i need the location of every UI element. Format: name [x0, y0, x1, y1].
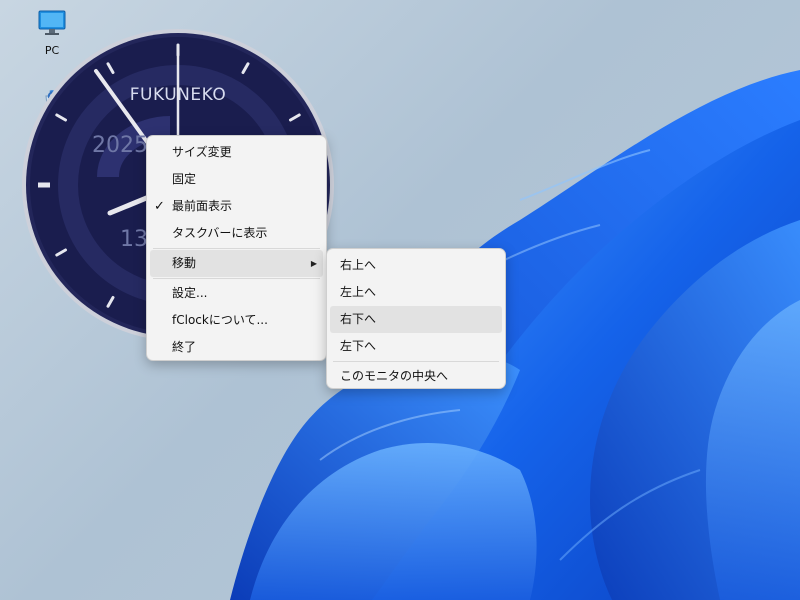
- clock-time: 13: [120, 227, 148, 252]
- menu-item-label: 設定...: [172, 286, 208, 300]
- checkmark-icon: ✓: [154, 199, 165, 214]
- clock-date: 2025: [92, 133, 148, 158]
- menu-item-label: 移動: [172, 256, 197, 270]
- submenu-item-top-right[interactable]: 右上へ: [330, 252, 502, 279]
- submenu-item-monitor-center[interactable]: このモニタの中央へ: [330, 363, 502, 390]
- menu-item-label: fClockについて...: [172, 313, 268, 327]
- clock-context-menu: サイズ変更 固定 ✓ 最前面表示 タスクバーに表示 移動 ▶ 設定... fCl…: [146, 135, 327, 361]
- menu-item-about[interactable]: fClockについて...: [150, 307, 323, 334]
- menu-item-label: 最前面表示: [172, 199, 233, 213]
- menu-item-label: サイズ変更: [172, 145, 232, 159]
- submenu-item-top-left[interactable]: 左上へ: [330, 279, 502, 306]
- menu-item-settings[interactable]: 設定...: [150, 280, 323, 307]
- submenu-item-bottom-right[interactable]: 右下へ: [330, 306, 502, 333]
- menu-item-show-in-taskbar[interactable]: タスクバーに表示: [150, 220, 323, 247]
- menu-item-resize[interactable]: サイズ変更: [150, 139, 323, 166]
- menu-item-label: タスクバーに表示: [172, 226, 268, 240]
- desktop: PC FUKUNEKO 2025 13 サイズ変更 固定 ✓ 最前面表示 タスク…: [0, 0, 800, 600]
- menu-item-label: 左下へ: [340, 339, 377, 353]
- menu-item-label: このモニタの中央へ: [340, 369, 449, 383]
- move-submenu: 右上へ 左上へ 右下へ 左下へ このモニタの中央へ: [326, 248, 506, 389]
- chevron-right-icon: ▶: [310, 259, 317, 268]
- submenu-item-bottom-left[interactable]: 左下へ: [330, 333, 502, 360]
- menu-item-move[interactable]: 移動 ▶: [150, 250, 323, 277]
- menu-item-label: 右上へ: [340, 258, 377, 272]
- menu-item-label: 右下へ: [340, 312, 377, 326]
- menu-item-label: 固定: [172, 172, 197, 186]
- menu-separator: [333, 361, 499, 362]
- menu-item-always-on-top[interactable]: ✓ 最前面表示: [150, 193, 323, 220]
- menu-separator: [153, 278, 320, 279]
- menu-separator: [153, 248, 320, 249]
- menu-item-label: 終了: [172, 340, 197, 354]
- menu-item-lock[interactable]: 固定: [150, 166, 323, 193]
- menu-item-label: 左上へ: [340, 285, 377, 299]
- clock-brand: FUKUNEKO: [129, 85, 227, 105]
- menu-item-exit[interactable]: 終了: [150, 334, 323, 361]
